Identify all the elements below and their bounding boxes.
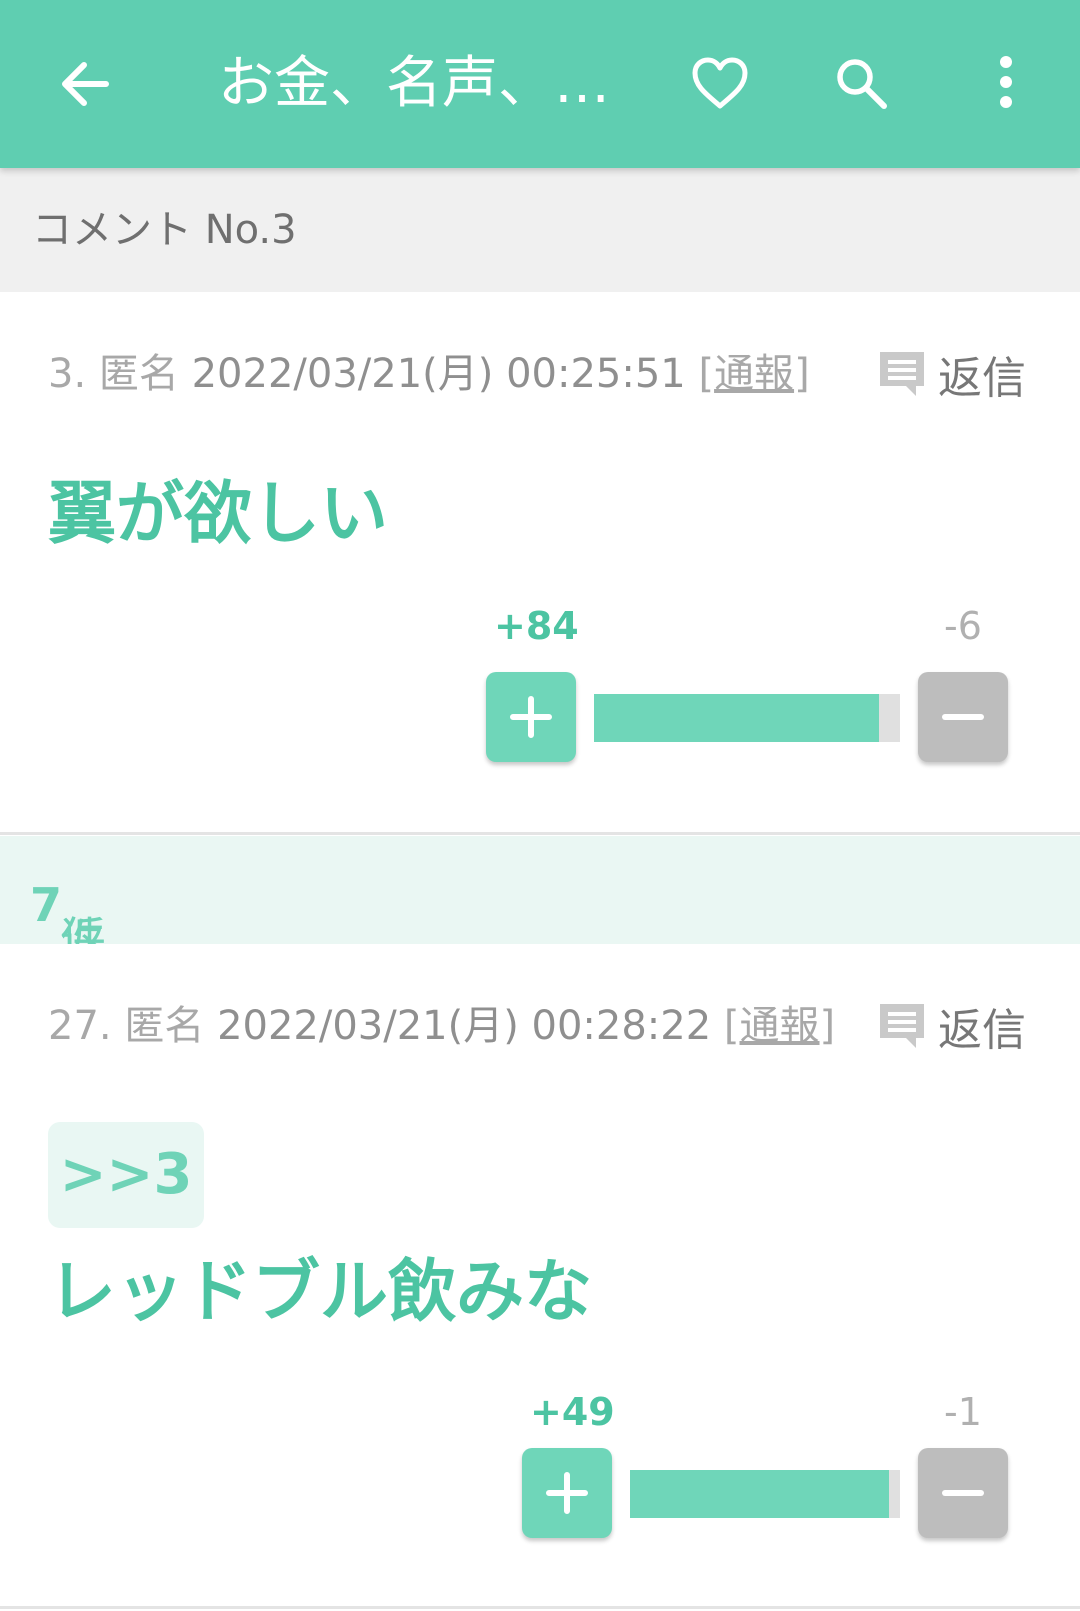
- minus-count: -6: [944, 604, 982, 648]
- plus-icon: [510, 696, 552, 738]
- comment-datetime: 2022/03/21(月) 00:28:22: [217, 1003, 712, 1049]
- heart-icon[interactable]: [686, 50, 754, 118]
- plus-icon: [546, 1472, 588, 1514]
- reply-button[interactable]: 返信: [878, 344, 1026, 404]
- vote-ratio-bar: [630, 1470, 900, 1518]
- comment-meta: 3. 匿名 2022/03/21(月) 00:25:51 [通報]: [48, 344, 810, 404]
- anchor-link[interactable]: >>3: [48, 1122, 204, 1228]
- vote-minus-button[interactable]: [918, 1448, 1008, 1538]
- vote-plus-button[interactable]: [522, 1448, 612, 1538]
- report-link[interactable]: [通報]: [724, 1003, 835, 1049]
- comment-datetime: 2022/03/21(月) 00:25:51: [191, 351, 686, 397]
- vote-ratio-bar: [594, 694, 900, 742]
- section-header: コメント No.3: [0, 168, 1080, 292]
- comment-meta: 27. 匿名 2022/03/21(月) 00:28:22 [通報]: [48, 996, 835, 1056]
- section-label: コメント No.3: [32, 207, 297, 253]
- comment-text: レッドブル飲みな: [48, 1253, 593, 1332]
- back-arrow-icon[interactable]: [52, 50, 120, 118]
- plus-count: +49: [530, 1390, 615, 1434]
- app-bar: お金、名声、…: [0, 0, 1080, 168]
- report-link[interactable]: [通報]: [698, 351, 809, 397]
- replies-count: 7: [30, 878, 63, 932]
- search-icon[interactable]: [828, 50, 896, 118]
- plus-count: +84: [494, 604, 579, 648]
- comment-card: 3. 匿名 2022/03/21(月) 00:25:51 [通報] 返信 翼が欲…: [0, 292, 1080, 832]
- vote-minus-button[interactable]: [918, 672, 1008, 762]
- reply-label: 返信: [938, 1005, 1026, 1056]
- vote-plus-button[interactable]: [486, 672, 576, 762]
- reply-card: 27. 匿名 2022/03/21(月) 00:28:22 [通報] 返信 >>…: [0, 944, 1080, 1604]
- comment-icon: [880, 1004, 924, 1048]
- comment-number: 27.: [48, 1003, 112, 1049]
- more-vert-icon[interactable]: [976, 50, 1044, 118]
- minus-icon: [942, 714, 984, 720]
- comment-author: 匿名: [98, 351, 179, 397]
- page-title: お金、名声、…: [218, 51, 610, 116]
- comment-text: 翼が欲しい: [48, 475, 389, 554]
- comment-icon: [880, 352, 924, 396]
- reply-button[interactable]: 返信: [878, 996, 1026, 1056]
- comment-number: 3.: [48, 351, 87, 397]
- vote-ratio-fill: [630, 1470, 890, 1518]
- minus-icon: [942, 1490, 984, 1496]
- minus-count: -1: [944, 1390, 982, 1434]
- replies-header: 返信 7 件: [0, 836, 1080, 1036]
- reply-label: 返信: [938, 353, 1026, 404]
- divider: [0, 832, 1080, 835]
- divider: [0, 1606, 1080, 1609]
- vote-ratio-fill: [594, 694, 879, 742]
- comment-author: 匿名: [124, 1003, 205, 1049]
